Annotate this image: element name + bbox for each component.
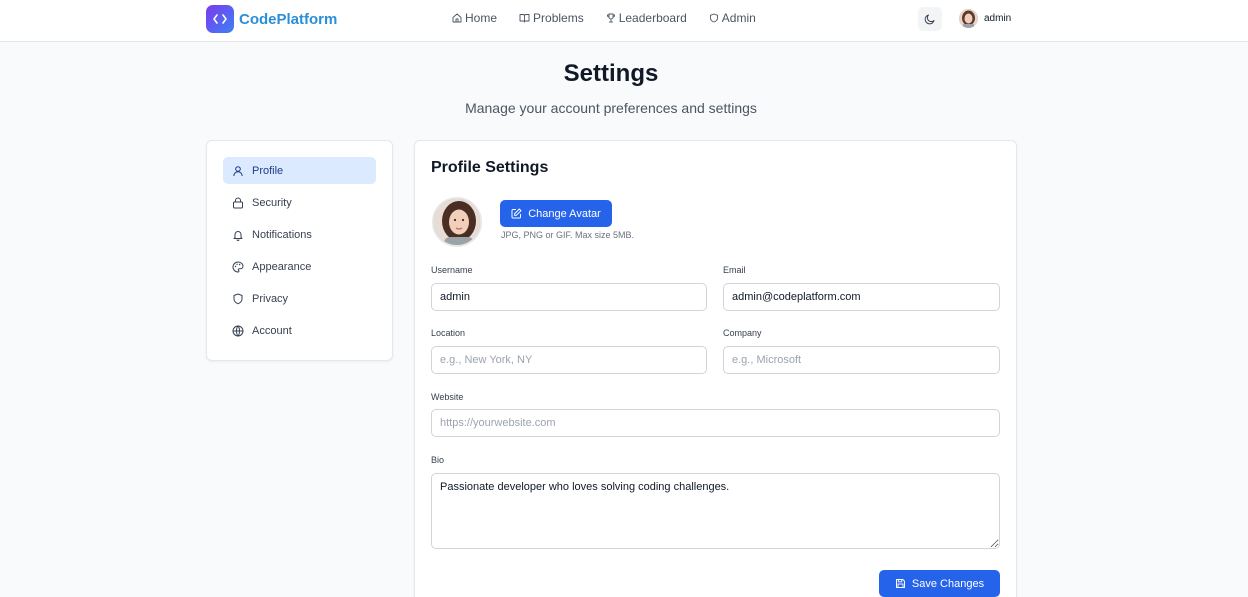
shield-icon — [233, 293, 243, 304]
sidebar-item-appearance[interactable]: Appearance — [223, 253, 376, 280]
user-menu[interactable]: admin — [959, 9, 1011, 28]
save-button[interactable]: Save Changes — [879, 570, 1000, 597]
location-field[interactable] — [431, 346, 707, 374]
nav-links: Home Problems Leaderboard Admin — [452, 11, 778, 25]
email-field[interactable] — [723, 283, 1000, 311]
nav-link-label: Admin — [721, 11, 756, 25]
book-icon — [519, 14, 530, 23]
sidebar-item-label: Account — [252, 324, 292, 337]
nav-link-problems[interactable]: Problems — [519, 11, 584, 25]
bio-textarea[interactable]: Passionate developer who loves solving c… — [431, 473, 1000, 549]
avatar-hint: JPG, PNG or GIF. Max size 5MB. — [501, 230, 635, 240]
save-icon — [895, 579, 905, 588]
brand[interactable]: CodePlatform — [206, 5, 337, 33]
company-label: Company — [723, 328, 762, 338]
nav-link-home[interactable]: Home — [452, 11, 497, 25]
nav-link-label: Problems — [533, 11, 584, 25]
bell-icon — [233, 230, 243, 241]
sidebar-item-label: Security — [252, 196, 292, 209]
theme-toggle-button[interactable] — [918, 7, 942, 31]
shield-icon — [709, 13, 718, 23]
user-icon — [233, 165, 243, 176]
nav-link-label: Home — [465, 11, 498, 25]
website-field[interactable] — [431, 409, 1000, 437]
user-name: admin — [984, 13, 1012, 24]
sidebar-item-label: Privacy — [252, 292, 289, 305]
location-label: Location — [431, 328, 466, 338]
sidebar-item-notifications[interactable]: Notifications — [223, 221, 376, 248]
change-avatar-label: Change Avatar — [528, 207, 601, 220]
trophy-icon — [606, 13, 615, 23]
page-subtitle: Manage your account preferences and sett… — [465, 100, 757, 116]
username-field[interactable] — [431, 283, 707, 311]
top-navbar: CodePlatform Home Problems Leaderboard A… — [0, 0, 1248, 42]
home-icon — [452, 13, 462, 23]
bio-label: Bio — [431, 455, 445, 465]
globe-icon — [232, 325, 244, 337]
page-title: Settings — [563, 60, 659, 87]
change-avatar-button[interactable]: Change Avatar — [500, 200, 612, 227]
edit-icon — [511, 208, 522, 219]
sidebar-item-label: Notifications — [252, 228, 312, 241]
sidebar-item-account[interactable]: Account — [223, 317, 376, 344]
email-label: Email — [723, 265, 746, 275]
sidebar-item-label: Appearance — [252, 260, 312, 273]
code-brackets-icon — [206, 5, 234, 33]
profile-settings-card: Profile Settings Change Avatar JPG, PNG … — [414, 140, 1017, 597]
lock-icon — [233, 197, 243, 208]
palette-icon — [232, 260, 244, 273]
save-label: Save Changes — [911, 577, 985, 590]
website-label: Website — [431, 392, 464, 402]
avatar — [959, 9, 978, 28]
nav-link-leaderboard[interactable]: Leaderboard — [606, 11, 687, 25]
brand-name: CodePlatform — [239, 10, 338, 28]
sidebar-item-privacy[interactable]: Privacy — [223, 285, 376, 312]
sidebar-item-profile[interactable]: Profile — [223, 157, 376, 184]
card-title: Profile Settings — [431, 159, 549, 176]
moon-icon — [924, 14, 935, 25]
sidebar-item-label: Profile — [252, 164, 284, 177]
nav-link-label: Leaderboard — [618, 11, 687, 25]
nav-link-admin[interactable]: Admin — [709, 11, 756, 25]
sidebar-item-security[interactable]: Security — [223, 189, 376, 216]
username-label: Username — [431, 265, 473, 275]
profile-avatar — [432, 197, 482, 247]
settings-sidebar: Profile Security Notifications Appearanc… — [206, 140, 393, 361]
company-field[interactable] — [723, 346, 1000, 374]
